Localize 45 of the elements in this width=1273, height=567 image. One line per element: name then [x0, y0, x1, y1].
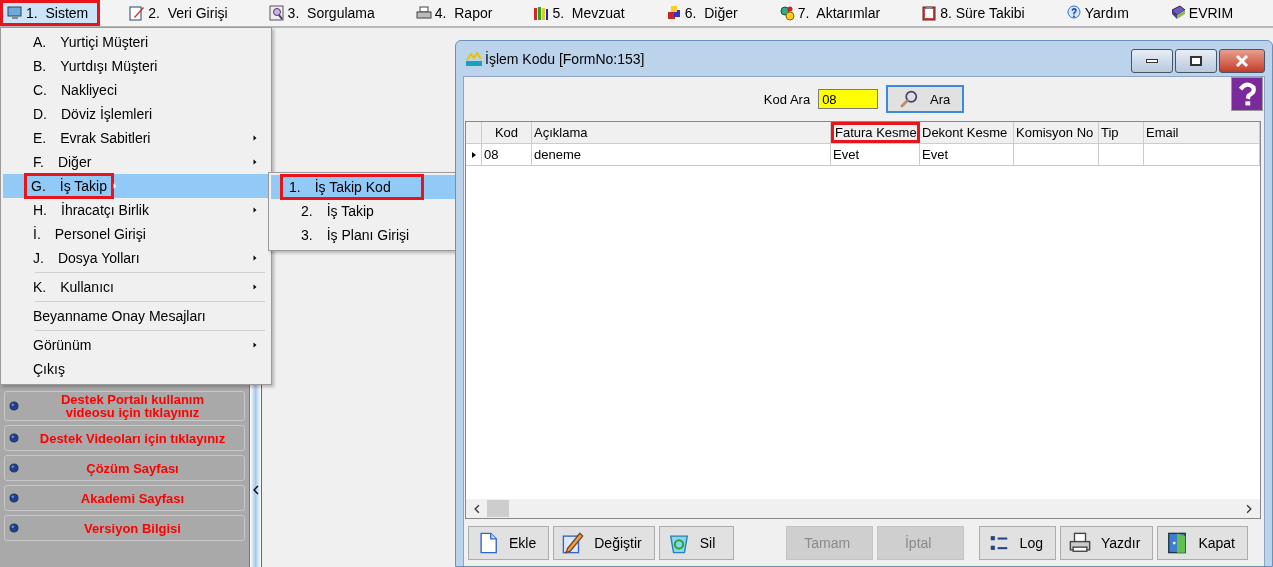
column-header[interactable]: Dekont Kesme	[920, 122, 1014, 143]
menu-item[interactable]: 6. Diğer	[658, 0, 750, 26]
menu-item[interactable]: 7. Aktarımlar	[771, 0, 893, 26]
menu-item[interactable]: 3. Sorgulama	[261, 0, 387, 26]
table-cell: Evet	[831, 144, 920, 165]
column-header[interactable]: Açıklama	[532, 122, 831, 143]
menu-item[interactable]: C. Nakliyeci	[3, 78, 269, 102]
menu-item[interactable]: 4. Rapor	[408, 0, 505, 26]
search-button[interactable]: Ara	[886, 85, 965, 113]
form-button[interactable]: Sil	[658, 525, 734, 560]
column-header[interactable]: Email	[1144, 122, 1260, 143]
form-button[interactable]: Log	[978, 525, 1056, 560]
menu-item[interactable]: 8. Süre Takibi	[914, 0, 1037, 26]
menu-item[interactable]: G. İş Takip	[3, 174, 269, 198]
menu-item[interactable]: İ. Personel Girişi	[3, 222, 269, 246]
table-cell: Evet	[920, 144, 1014, 165]
table-cell: 08	[482, 144, 532, 165]
menu-item[interactable]: F. Diğer	[3, 150, 269, 174]
menu-item[interactable]: D. Döviz İşlemleri	[3, 102, 269, 126]
search-field[interactable]: 08	[818, 89, 879, 109]
menu-item[interactable]: K. Kullanıcı	[3, 275, 269, 299]
column-header[interactable]: Fatura Kesme	[831, 122, 920, 143]
form-button[interactable]: Değiştir	[553, 525, 655, 560]
menu-item[interactable]: J. Dosya Yolları	[3, 246, 269, 270]
column-header[interactable]: Komisyon No	[1014, 122, 1099, 143]
menu-item[interactable]: 2. Veri Girişi	[122, 0, 240, 26]
menu-item[interactable]: Yardım	[1058, 0, 1141, 26]
form-button[interactable]: Yazdır	[1059, 525, 1154, 560]
column-header[interactable]: Kod	[482, 122, 532, 143]
form-button[interactable]: Ekle	[468, 525, 550, 560]
menu-item[interactable]: E. Evrak Sabitleri	[3, 126, 269, 150]
menu-item[interactable]: Çıkış	[3, 357, 269, 381]
menu-item[interactable]: 1. Sistem	[0, 0, 101, 26]
menu-item[interactable]: H. İhracatçı Birlik	[3, 198, 269, 222]
column-header[interactable]: Tip	[1099, 122, 1144, 143]
menu-item[interactable]: Beyanname Onay Mesajları	[3, 304, 269, 328]
menu-item[interactable]: A. Yurtiçi Müşteri	[3, 30, 269, 54]
menu-item[interactable]: EVRIM	[1162, 0, 1246, 26]
menu-item[interactable]: B. Yurtdışı Müşteri	[3, 54, 269, 78]
window-title: İşlem Kodu [FormNo:153]	[485, 50, 646, 67]
form-button[interactable]: Kapat	[1157, 525, 1248, 560]
table-cell: deneme	[532, 144, 831, 165]
search-label: Kod Ara	[763, 91, 811, 107]
menu-item[interactable]: Görünüm	[3, 333, 269, 357]
menu-item[interactable]: 5. Mevzuat	[526, 0, 637, 26]
